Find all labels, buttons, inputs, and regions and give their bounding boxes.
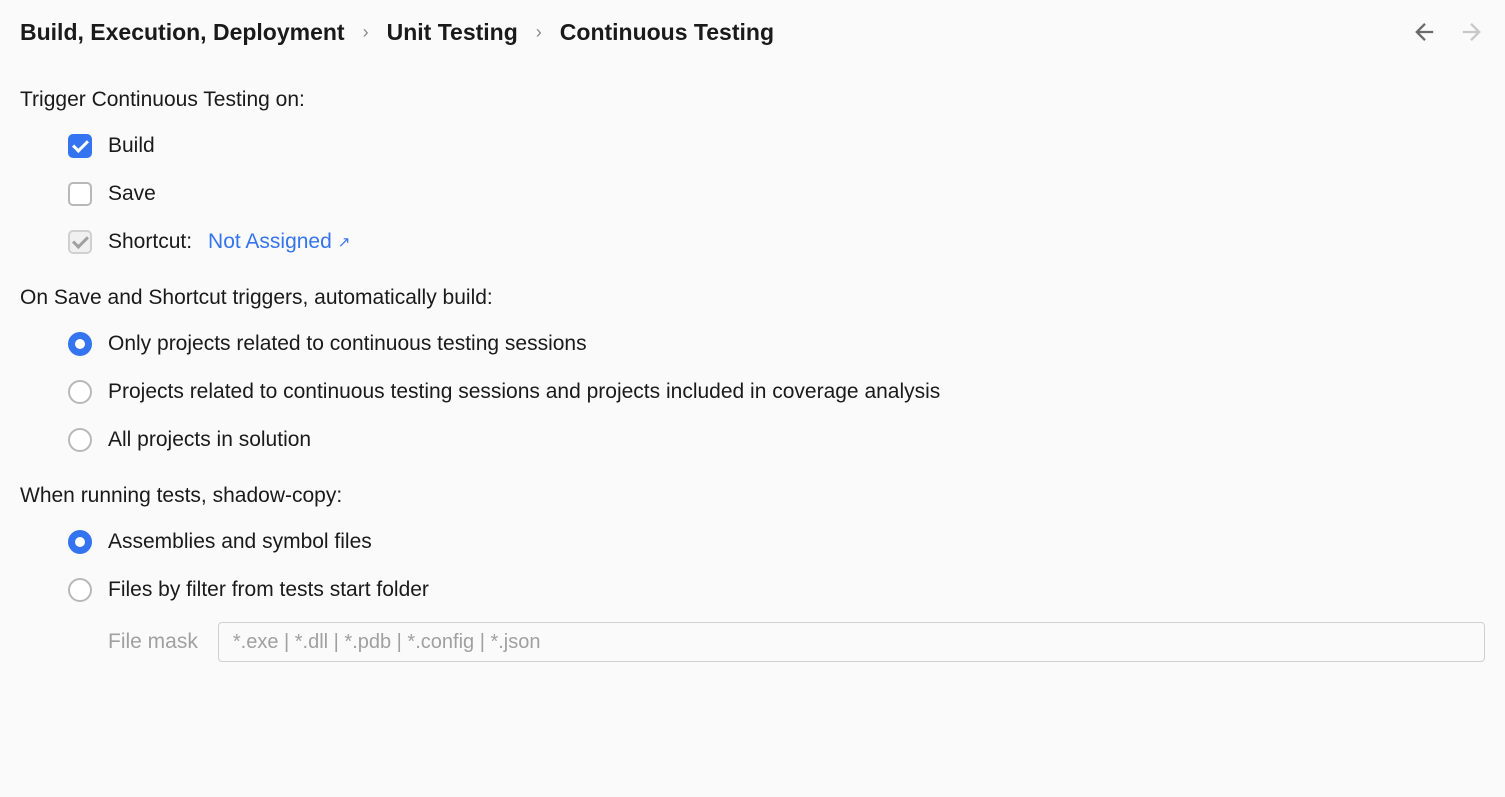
shortcut-assign-link[interactable]: Not Assigned ↗ bbox=[208, 230, 350, 254]
trigger-options: Build Save Shortcut: Not Assigned ↗ bbox=[20, 134, 1485, 254]
shadow-copy-opt2-radio[interactable] bbox=[68, 578, 92, 602]
auto-build-opt3-label: All projects in solution bbox=[108, 428, 311, 452]
auto-build-opt1-row[interactable]: Only projects related to continuous test… bbox=[68, 332, 1485, 356]
shortcut-value: Not Assigned bbox=[208, 230, 332, 254]
file-mask-input bbox=[218, 622, 1485, 662]
trigger-build-label: Build bbox=[108, 134, 155, 158]
file-mask-label: File mask bbox=[108, 630, 198, 654]
auto-build-opt3-radio[interactable] bbox=[68, 428, 92, 452]
breadcrumb-mid[interactable]: Unit Testing bbox=[387, 19, 518, 46]
shadow-copy-opt2-row[interactable]: Files by filter from tests start folder bbox=[68, 578, 1485, 602]
chevron-right-icon: › bbox=[536, 22, 542, 43]
trigger-section-label: Trigger Continuous Testing on: bbox=[20, 88, 1485, 112]
nav-arrows bbox=[1411, 18, 1485, 46]
shadow-copy-opt1-row[interactable]: Assemblies and symbol files bbox=[68, 530, 1485, 554]
file-mask-row: File mask bbox=[20, 622, 1485, 662]
trigger-save-row[interactable]: Save bbox=[68, 182, 1485, 206]
settings-header: Build, Execution, Deployment › Unit Test… bbox=[20, 18, 1485, 46]
shadow-copy-opt2-label: Files by filter from tests start folder bbox=[108, 578, 429, 602]
auto-build-opt1-label: Only projects related to continuous test… bbox=[108, 332, 587, 356]
auto-build-opt1-radio[interactable] bbox=[68, 332, 92, 356]
shadow-copy-opt1-label: Assemblies and symbol files bbox=[108, 530, 372, 554]
trigger-shortcut-checkbox bbox=[68, 230, 92, 254]
auto-build-opt2-row[interactable]: Projects related to continuous testing s… bbox=[68, 380, 1485, 404]
auto-build-options: Only projects related to continuous test… bbox=[20, 332, 1485, 452]
trigger-save-label: Save bbox=[108, 182, 156, 206]
trigger-build-checkbox[interactable] bbox=[68, 134, 92, 158]
breadcrumb-root[interactable]: Build, Execution, Deployment bbox=[20, 19, 345, 46]
auto-build-opt2-radio[interactable] bbox=[68, 380, 92, 404]
trigger-build-row[interactable]: Build bbox=[68, 134, 1485, 158]
trigger-shortcut-label: Shortcut: bbox=[108, 230, 192, 254]
auto-build-opt3-row[interactable]: All projects in solution bbox=[68, 428, 1485, 452]
breadcrumb: Build, Execution, Deployment › Unit Test… bbox=[20, 19, 774, 46]
auto-build-opt2-label: Projects related to continuous testing s… bbox=[108, 380, 940, 404]
chevron-right-icon: › bbox=[363, 22, 369, 43]
forward-arrow-icon bbox=[1457, 18, 1485, 46]
auto-build-section-label: On Save and Shortcut triggers, automatic… bbox=[20, 286, 1485, 310]
breadcrumb-leaf: Continuous Testing bbox=[560, 19, 774, 46]
shadow-copy-options: Assemblies and symbol files Files by fil… bbox=[20, 530, 1485, 602]
trigger-shortcut-row: Shortcut: Not Assigned ↗ bbox=[68, 230, 1485, 254]
shadow-copy-opt1-radio[interactable] bbox=[68, 530, 92, 554]
back-arrow-icon[interactable] bbox=[1411, 18, 1439, 46]
external-link-icon: ↗ bbox=[338, 233, 351, 251]
shadow-copy-section-label: When running tests, shadow-copy: bbox=[20, 484, 1485, 508]
trigger-save-checkbox[interactable] bbox=[68, 182, 92, 206]
